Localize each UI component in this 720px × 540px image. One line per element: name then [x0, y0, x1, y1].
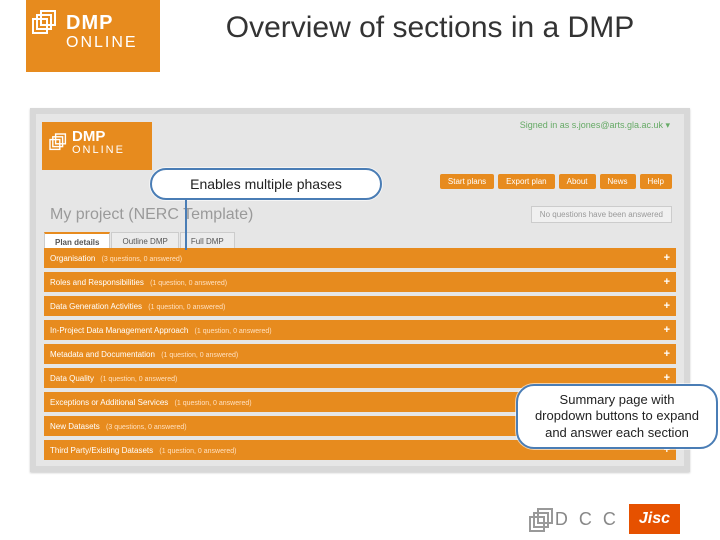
app-logo-dmp: DMP	[72, 128, 105, 145]
expand-icon[interactable]: +	[664, 252, 670, 264]
logo-dmp-text: DMP	[66, 12, 113, 35]
expand-icon[interactable]: +	[664, 300, 670, 312]
expand-icon[interactable]: +	[664, 372, 670, 384]
callout-connector-line	[185, 198, 187, 250]
nav-item[interactable]: Help	[640, 174, 672, 189]
section-row[interactable]: Data Generation Activities (1 question, …	[44, 296, 676, 316]
expand-icon[interactable]: +	[664, 348, 670, 360]
logo-online-text: ONLINE	[66, 34, 138, 52]
callout-phases: Enables multiple phases	[150, 168, 382, 200]
slide-title: Overview of sections in a DMP	[180, 10, 680, 46]
expand-icon[interactable]: +	[664, 276, 670, 288]
app-logo: DMP ONLINE	[42, 122, 152, 170]
project-heading: My project (NERC Template)	[50, 206, 253, 224]
dmp-online-logo: DMP ONLINE	[26, 0, 160, 72]
jisc-logo: Jisc	[629, 504, 680, 534]
section-row[interactable]: Organisation (3 questions, 0 answered)+	[44, 248, 676, 268]
dcc-text: D C C	[555, 509, 619, 530]
app-logo-online: ONLINE	[72, 144, 125, 156]
stacked-squares-icon	[46, 130, 68, 152]
signed-in-text[interactable]: Signed in as s.jones@arts.gla.ac.uk ▾	[520, 120, 670, 131]
section-row[interactable]: In-Project Data Management Approach (1 q…	[44, 320, 676, 340]
section-row[interactable]: Roles and Responsibilities (1 question, …	[44, 272, 676, 292]
stacked-squares-icon	[529, 508, 551, 530]
answer-status: No questions have been answered	[531, 206, 672, 223]
section-row[interactable]: Metadata and Documentation (1 question, …	[44, 344, 676, 364]
stacked-squares-icon	[32, 10, 54, 32]
dcc-logo: D C C	[529, 508, 619, 530]
callout-summary: Summary page with dropdown buttons to ex…	[516, 384, 718, 449]
nav-item[interactable]: News	[600, 174, 636, 189]
footer-logos: D C C Jisc	[0, 504, 720, 534]
top-nav: Start plans Export plan About News Help	[440, 174, 672, 189]
nav-item[interactable]: About	[559, 174, 596, 189]
nav-item[interactable]: Export plan	[498, 174, 554, 189]
nav-item[interactable]: Start plans	[440, 174, 494, 189]
expand-icon[interactable]: +	[664, 324, 670, 336]
